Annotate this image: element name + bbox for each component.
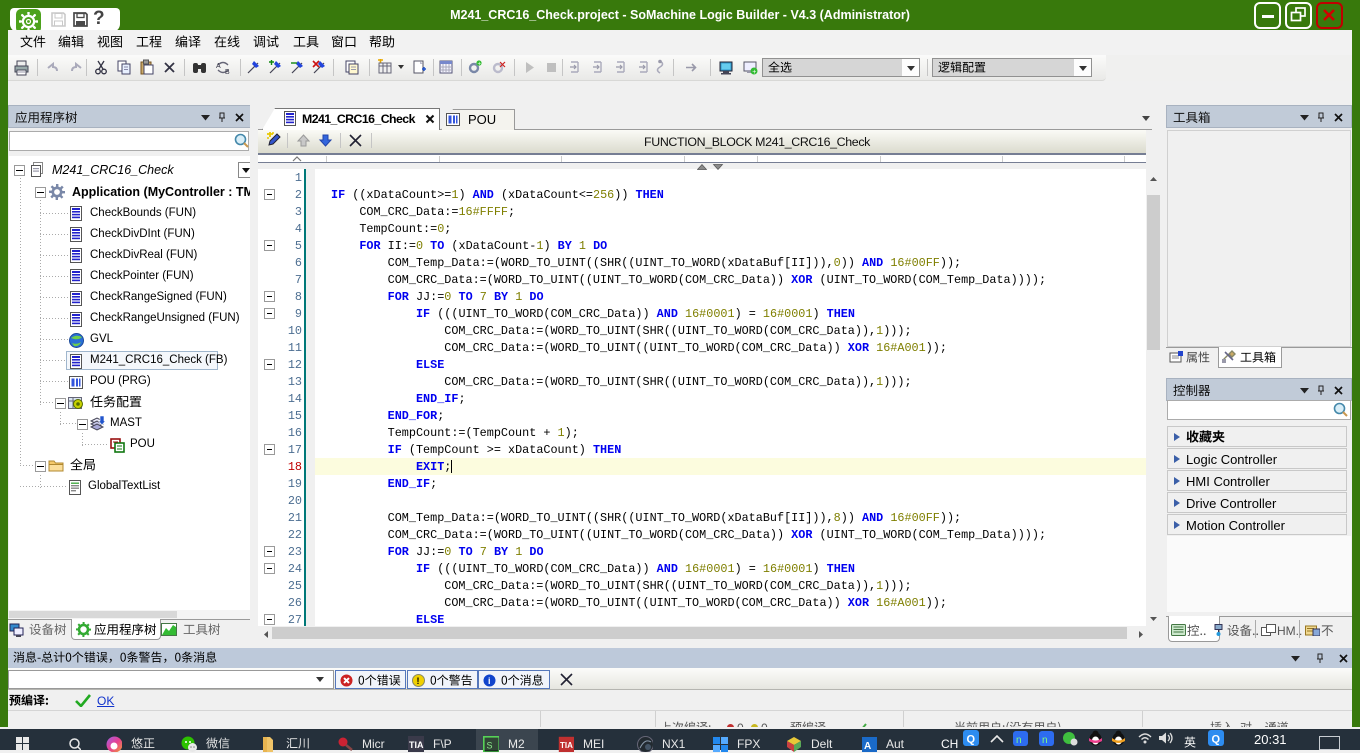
svg-text:+: + [478,62,482,68]
svg-text:A: A [864,741,871,752]
svg-text:!: ! [417,676,420,686]
svg-text:n: n [1016,735,1022,746]
svg-text:A: A [216,63,221,70]
svg-text:+: + [752,69,756,76]
svg-text:TIA: TIA [560,741,573,750]
svg-text:Q: Q [967,734,976,746]
svg-text:n: n [1042,735,1048,746]
svg-text:Q: Q [1212,734,1221,746]
svg-text:TIA: TIA [409,740,424,750]
svg-text:i: i [488,676,491,686]
svg-text:B: B [225,69,230,76]
